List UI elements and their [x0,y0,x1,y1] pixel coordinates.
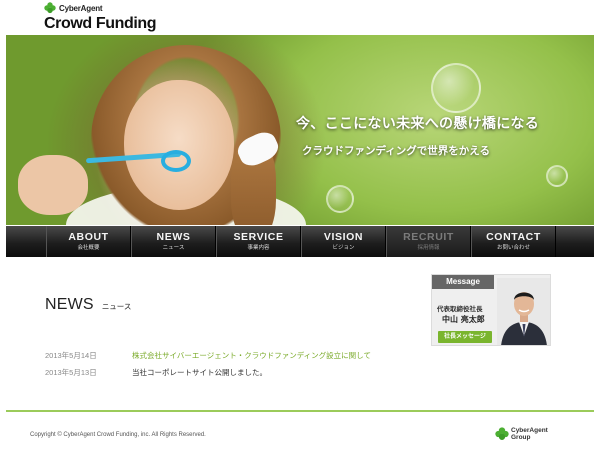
nav-spacer-left [6,226,46,257]
ceo-role: 代表取締役社長 [437,305,483,313]
nav-item-service[interactable]: SERVICE 事業内容 [216,226,301,257]
clover-icon [495,427,509,440]
nav-item-label: SERVICE [233,231,284,243]
hero-girl-face [124,80,234,210]
news-title: 当社コーポレートサイト公開しました。 [132,368,267,377]
nav-item-sublabel: お問い合わせ [496,245,530,251]
nav-item-sublabel: ビジョン [332,245,355,251]
nav-item-contact[interactable]: CONTACT お問い合わせ [471,226,556,257]
nav-item-label: NEWS [156,231,191,243]
bubble-wand-ring [161,150,191,172]
copyright-text: Copyright © CyberAgent Crowd Funding, in… [30,432,206,438]
nav-item-vision[interactable]: VISION ビジョン [301,226,386,257]
news-heading: NEWS ニュース [45,296,131,314]
hero-banner: 今、ここにない未来への懸け橋になる クラウドファンディングで世界をかえる [6,35,594,225]
soap-bubble [546,165,568,187]
nav-item-label: CONTACT [486,231,541,243]
hero-girl-hand [18,155,88,215]
site-logo[interactable]: CyberAgent Crowd Funding [44,2,164,32]
soap-bubble [326,185,354,213]
news-date: 2013年5月13日 [45,368,97,377]
hero-tagline-main: 今、ここにない未来への懸け橋になる [296,116,540,132]
news-heading-subtitle: ニュース [101,302,132,311]
ceo-message-card[interactable]: Message 代表取締役社長 中山 亮太郎 社長メッセージ [431,274,551,346]
group-logo-line1: CyberAgent [511,427,548,434]
logo-brand-name: Crowd Funding [44,15,157,32]
nav-item-recruit[interactable]: RECRUIT 採用情報 [386,226,471,257]
hero-tagline: 今、ここにない未来への懸け橋になる クラウドファンディングで世界をかえる [296,113,539,158]
footer-divider [6,410,594,412]
hero-tagline-sub: クラウドファンディングで世界をかえる [302,145,490,157]
nav-item-sublabel: ニュース [162,245,185,251]
nav-item-sublabel: 採用情報 [417,245,440,251]
group-logo-line2: Group [511,434,531,441]
news-item: 2013年5月14日 株式会社サイバーエージェント・クラウドファンディング設立に… [45,347,405,364]
nav-item-label: ABOUT [68,231,109,243]
news-item: 2013年5月13日 当社コーポレートサイト公開しました。 [45,364,405,381]
nav-spacer-right [556,226,594,257]
nav-item-label: RECRUIT [403,231,454,243]
nav-item-about[interactable]: ABOUT 会社概要 [46,226,131,257]
message-tag: Message [432,275,494,289]
nav-item-news[interactable]: NEWS ニュース [131,226,216,257]
news-list: 2013年5月14日 株式会社サイバーエージェント・クラウドファンディング設立に… [45,347,405,381]
clover-icon [44,2,56,14]
news-date: 2013年5月14日 [45,351,97,360]
logo-brand-small: CyberAgent [59,3,103,13]
ceo-photo [497,278,550,345]
ceo-message-button[interactable]: 社長メッセージ [438,331,492,343]
news-title-link[interactable]: 株式会社サイバーエージェント・クラウドファンディング設立に関して [132,350,371,361]
news-heading-title: NEWS [45,296,94,313]
group-logo-text: CyberAgent Group [511,427,548,441]
nav-item-sublabel: 会社概要 [77,245,100,251]
global-nav: ABOUT 会社概要 NEWS ニュース SERVICE 事業内容 VISION… [6,226,594,257]
logo-top-row: CyberAgent [44,2,164,14]
cyberagent-group-logo[interactable]: CyberAgent Group [495,427,548,441]
ceo-name: 中山 亮太郎 [442,315,485,324]
soap-bubble [431,63,481,113]
page: CyberAgent Crowd Funding 今、ここにない未来への懸け橋に… [0,0,600,450]
nav-item-label: VISION [323,231,364,243]
nav-item-sublabel: 事業内容 [247,245,270,251]
